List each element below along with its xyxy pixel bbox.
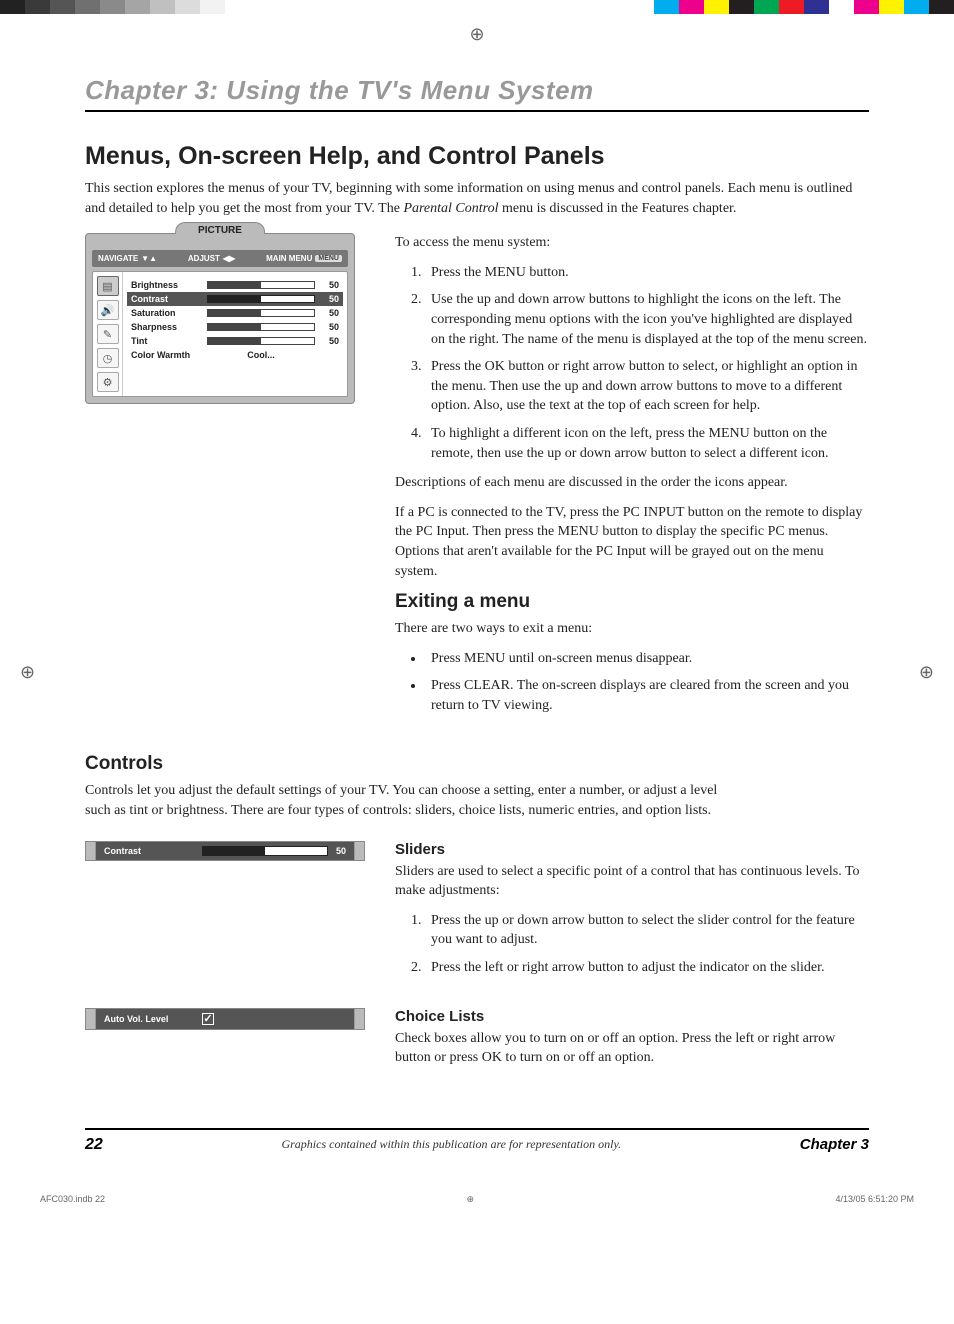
tv-menu-row: Sharpness50	[131, 320, 339, 334]
tv-menu-nav: NAVIGATE ▼▲ ADJUST ◀▶ MAIN MENU MENU	[92, 250, 348, 267]
print-timestamp: 4/13/05 6:51:20 PM	[835, 1194, 914, 1204]
slider-steps: Press the up or down arrow button to sel…	[395, 911, 869, 978]
footer-note: Graphics contained within this publicati…	[281, 1137, 621, 1152]
channel-icon: ✎	[97, 324, 119, 344]
controls-intro: Controls let you adjust the default sett…	[85, 781, 725, 820]
tv-menu-row: Contrast50	[127, 292, 343, 306]
sliders-heading: Sliders	[395, 841, 869, 858]
step-1: Press the MENU button.	[425, 263, 869, 283]
access-steps: Press the MENU button. Use the up and do…	[395, 263, 869, 463]
slider-example-value: 50	[336, 846, 346, 856]
access-intro: To access the menu system:	[395, 233, 869, 253]
pc-paragraph: If a PC is connected to the TV, press th…	[395, 503, 869, 581]
page-number: 22	[85, 1136, 103, 1154]
choice-lists-heading: Choice Lists	[395, 1008, 869, 1025]
registration-mark-top: ⊕	[0, 24, 954, 45]
slider-example-label: Contrast	[104, 846, 194, 856]
tv-menu-row: Tint50	[131, 334, 339, 348]
setup-icon: ⚙	[97, 372, 119, 392]
tv-menu-icon-list: ▤ 🔊 ✎ ◷ ⚙	[93, 272, 123, 396]
exit-bullet-2: Press CLEAR. The on-screen displays are …	[425, 676, 869, 715]
tv-menu-settings: Brightness50Contrast50Saturation50Sharpn…	[123, 272, 347, 396]
controls-heading: Controls	[85, 753, 869, 775]
slider-example-figure: Contrast 50	[85, 841, 365, 861]
page-footer: 22 Graphics contained within this public…	[85, 1128, 869, 1154]
slider-step-1: Press the up or down arrow button to sel…	[425, 911, 869, 950]
exit-bullets: Press MENU until on-screen menus disappe…	[395, 649, 869, 716]
sound-icon: 🔊	[97, 300, 119, 320]
choice-example-label: Auto Vol. Level	[104, 1014, 194, 1024]
footer-chapter: Chapter 3	[800, 1136, 869, 1153]
descriptions-paragraph: Descriptions of each menu are discussed …	[395, 473, 869, 493]
printer-marks: AFC030.indb 22 ⊕ 4/13/05 6:51:20 PM	[0, 1154, 954, 1215]
picture-icon: ▤	[97, 276, 119, 296]
checkbox-icon: ✓	[202, 1013, 214, 1025]
section-heading-menus: Menus, On-screen Help, and Control Panel…	[85, 142, 869, 171]
step-4: To highlight a different icon on the lef…	[425, 424, 869, 463]
slider-step-2: Press the left or right arrow button to …	[425, 958, 869, 978]
chapter-title: Chapter 3: Using the TV's Menu System	[85, 75, 869, 112]
choice-lists-intro: Check boxes allow you to turn on or off …	[395, 1029, 869, 1068]
tv-menu-row: Color WarmthCool...	[131, 348, 339, 362]
registration-color-bar	[0, 0, 954, 14]
exiting-heading: Exiting a menu	[395, 591, 869, 613]
exit-intro: There are two ways to exit a menu:	[395, 619, 869, 639]
slider-example-track	[202, 846, 328, 856]
step-3: Press the OK button or right arrow butto…	[425, 357, 869, 416]
tv-menu-row: Saturation50	[131, 306, 339, 320]
tv-menu-tab: PICTURE	[175, 222, 265, 234]
intro-paragraph: This section explores the menus of your …	[85, 179, 869, 218]
time-icon: ◷	[97, 348, 119, 368]
step-2: Use the up and down arrow buttons to hig…	[425, 290, 869, 349]
sliders-intro: Sliders are used to select a specific po…	[395, 862, 869, 901]
choice-example-figure: Auto Vol. Level ✓	[85, 1008, 365, 1030]
registration-mark-bottom: ⊕	[466, 1194, 474, 1205]
tv-menu-row: Brightness50	[131, 278, 339, 292]
tv-menu-figure: PICTURE NAVIGATE ▼▲ ADJUST ◀▶ MAIN MENU …	[85, 233, 355, 404]
exit-bullet-1: Press MENU until on-screen menus disappe…	[425, 649, 869, 669]
print-file-info: AFC030.indb 22	[40, 1194, 105, 1204]
